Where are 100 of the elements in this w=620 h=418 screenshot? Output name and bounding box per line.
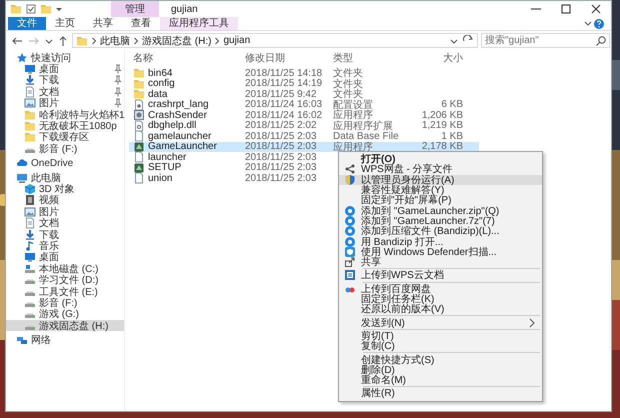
- file-row[interactable]: data 2018/11/25 9:42 文件夹: [129, 89, 479, 100]
- file-name[interactable]: gamelauncher: [148, 130, 212, 142]
- chevron-right-icon: [91, 34, 97, 46]
- sidebar-item[interactable]: 此电脑: [6, 172, 124, 184]
- menu-item[interactable]: 上传到百度网盘: [339, 284, 542, 294]
- file-row[interactable]: CrashSender 2018/11/24 16:02 应用程序 1,206 KB: [129, 110, 479, 120]
- menu-item[interactable]: 兼容性疑难解答(Y): [339, 184, 542, 196]
- column-header[interactable]: 类型: [333, 51, 405, 65]
- menu-item[interactable]: 发送到(N): [339, 317, 542, 328]
- table-cell: 2018/11/25 2:03: [245, 152, 317, 163]
- sidebar-item[interactable]: 影音 (F:): [6, 143, 124, 155]
- sidebar-item[interactable]: 下载: [6, 228, 124, 240]
- file-row[interactable]: config 2018/11/25 14:19 文件夹: [129, 78, 479, 89]
- menu-item[interactable]: 用 Bandizip 打开...: [339, 236, 542, 247]
- file-row[interactable]: gamelauncher 2018/11/25 2:03 Data Base File 1 KB: [129, 131, 479, 142]
- cloud-doc-icon: [344, 269, 356, 282]
- file-name[interactable]: data: [148, 88, 168, 100]
- sidebar-item[interactable]: 影音 (F:): [6, 297, 124, 309]
- up-arrow-icon[interactable]: [57, 34, 69, 46]
- folder-icon: [24, 108, 36, 121]
- window-title: gujian: [171, 4, 198, 14]
- ribbon-tab[interactable]: 查看: [122, 17, 160, 30]
- menu-item[interactable]: 创建快捷方式(S): [339, 354, 542, 365]
- sidebar-item[interactable]: 学习文件 (D:): [6, 274, 124, 286]
- sidebar-item[interactable]: 游戏 (G:): [6, 308, 124, 320]
- file-name[interactable]: SETUP: [148, 162, 182, 174]
- file-name[interactable]: CrashSender: [148, 110, 207, 121]
- sidebar-item[interactable]: 桌面: [6, 63, 124, 75]
- cube-icon: [24, 183, 36, 195]
- sidebar-item[interactable]: 网络: [6, 334, 124, 346]
- menu-item[interactable]: 还原以前的版本(V): [339, 304, 542, 314]
- menu-item[interactable]: 属性(R): [339, 388, 542, 399]
- file-row[interactable]: crashrpt_lang 2018/11/24 16:03 配置设置 6 KB: [129, 100, 479, 110]
- sidebar-item[interactable]: 图片: [6, 98, 124, 109]
- menu-item[interactable]: 打开(O): [339, 154, 542, 164]
- sidebar-item[interactable]: 无敌破坏王1080p: [6, 120, 124, 132]
- file-name[interactable]: crashrpt_lang: [148, 99, 209, 110]
- sidebar-item[interactable]: 文档: [6, 86, 124, 98]
- column-header[interactable]: 修改日期: [245, 51, 333, 65]
- sidebar-item[interactable]: 游戏固态盘 (H:): [6, 320, 124, 332]
- menu-item[interactable]: 使用 Windows Defender扫描...: [339, 246, 542, 257]
- back-arrow-icon[interactable]: [10, 34, 24, 46]
- breadcrumb-item[interactable]: 此电脑: [100, 34, 130, 48]
- file-icon: [133, 130, 145, 142]
- menu-item[interactable]: 添加到 "GameLauncher.zip"(Q): [339, 205, 542, 216]
- menu-item[interactable]: 添加到 "GameLauncher.7z"(7): [339, 216, 542, 226]
- menu-item[interactable]: 复制(C): [339, 341, 542, 352]
- ribbon-tab[interactable]: 主页: [46, 17, 84, 30]
- document-icon: [24, 86, 36, 98]
- menu-item[interactable]: 剪切(T): [339, 330, 542, 342]
- sidebar-item[interactable]: 文档: [6, 217, 124, 229]
- sidebar-item[interactable]: OneDrive: [6, 158, 124, 169]
- menu-item[interactable]: WPS网盘 - 分享文件: [339, 164, 542, 175]
- menu-item[interactable]: 固定到任务栏(K): [339, 294, 542, 304]
- sidebar-item[interactable]: 桌面: [6, 252, 124, 264]
- checkbox-icon[interactable]: [25, 3, 37, 15]
- file-name[interactable]: config: [148, 78, 175, 90]
- file-name[interactable]: launcher: [148, 152, 186, 163]
- menu-item[interactable]: 删除(D): [339, 364, 542, 375]
- settings-file-icon: [133, 98, 145, 111]
- column-header[interactable]: 大小: [405, 51, 463, 65]
- file-name[interactable]: bin64: [148, 68, 172, 79]
- sidebar-item[interactable]: 哈利波特与火焰杯1: [6, 108, 124, 120]
- file-row[interactable]: bin64 2018/11/25 14:18 文件夹: [129, 68, 479, 78]
- address-field[interactable]: 此电脑 游戏固态盘 (H:) gujian: [72, 33, 478, 48]
- sidebar-item[interactable]: 3D 对象: [6, 183, 124, 195]
- sidebar-item[interactable]: 视频: [6, 194, 124, 206]
- breadcrumb-item[interactable]: gujian: [223, 35, 250, 46]
- share-icon: [344, 256, 356, 268]
- sidebar-item[interactable]: 音乐: [6, 240, 124, 252]
- menu-item[interactable]: 添加到压缩文件 (Bandizip)(L)...: [339, 226, 542, 236]
- file-name[interactable]: GameLauncher: [148, 141, 217, 152]
- table-cell: 2018/11/25 14:18: [245, 68, 322, 79]
- file-name[interactable]: union: [148, 172, 172, 184]
- computer-icon: [16, 172, 28, 184]
- sidebar-item[interactable]: 本地磁盘 (C:): [6, 263, 124, 274]
- menu-item[interactable]: 重命名(M): [339, 374, 542, 386]
- download-arrow-icon: [24, 74, 36, 86]
- download-arrow-icon: [24, 228, 36, 241]
- file-name[interactable]: dbghelp.dll: [148, 120, 196, 132]
- sidebar-item[interactable]: 工具文件 (E:): [6, 286, 124, 298]
- menu-item[interactable]: 上传到WPS云文档: [339, 270, 542, 281]
- menu-item[interactable]: 共享: [339, 256, 542, 268]
- table-cell: 2018/11/24 16:03: [245, 99, 322, 110]
- table-cell: 2018/11/25 2:03: [245, 162, 317, 174]
- file-row[interactable]: GameLauncher 2018/11/25 2:03 应用程序 2,178 KB: [129, 142, 479, 152]
- menu-item[interactable]: 以管理员身份运行(A): [339, 174, 542, 185]
- search-field[interactable]: 搜索"gujian": [481, 33, 610, 48]
- shield-icon: [344, 246, 356, 258]
- ribbon-tab[interactable]: 共享: [84, 17, 122, 30]
- sidebar-item[interactable]: 快速访问: [6, 52, 124, 64]
- sidebar-item[interactable]: 下载缓存区: [6, 132, 124, 144]
- sidebar-item[interactable]: 图片: [6, 206, 124, 218]
- sidebar-item[interactable]: 下载: [6, 74, 124, 86]
- breadcrumb-item[interactable]: 游戏固态盘 (H:): [142, 34, 212, 48]
- file-row[interactable]: dbghelp.dll 2018/11/25 2:02 应用程序扩展 1,219 KB: [129, 120, 479, 131]
- help-icon[interactable]: [593, 18, 605, 30]
- menu-item[interactable]: 固定到"开始"屏幕(P): [339, 195, 542, 206]
- column-header[interactable]: 名称: [129, 51, 245, 65]
- file-menu-tab[interactable]: 文件: [8, 17, 46, 30]
